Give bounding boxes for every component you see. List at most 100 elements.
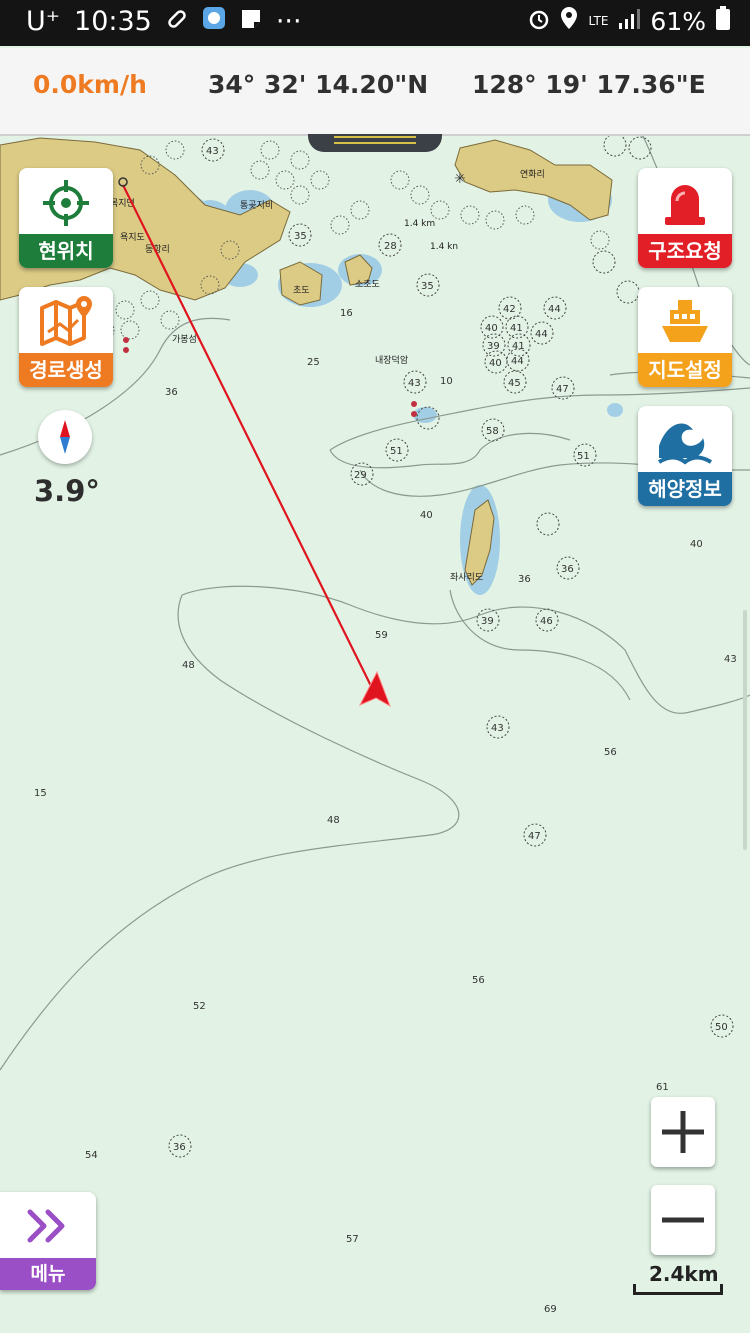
siren-icon <box>638 172 732 234</box>
rescue-request-label: 구조요청 <box>638 234 732 268</box>
svg-text:15: 15 <box>34 788 47 799</box>
zoom-out-button[interactable] <box>651 1185 715 1255</box>
battery-percent: 61% <box>650 6 706 36</box>
svg-text:56: 56 <box>472 975 485 986</box>
network-type-label: LTE <box>588 14 609 28</box>
route-map-icon <box>19 291 113 353</box>
svg-text:69: 69 <box>544 1304 557 1315</box>
plus-icon <box>662 1111 704 1153</box>
svg-text:47: 47 <box>528 831 541 842</box>
battery-icon <box>716 6 730 36</box>
note-icon <box>240 6 262 37</box>
place-label: 소초도 <box>355 279 380 290</box>
svg-text:59: 59 <box>375 630 388 641</box>
ocean-info-button[interactable]: 해양정보 <box>638 406 732 506</box>
svg-text:44: 44 <box>511 356 524 367</box>
longitude-readout: 128° 19' 17.36"E <box>472 70 706 99</box>
edge-scroll-indicator <box>743 610 747 850</box>
menu-label: 메뉴 <box>0 1258 96 1290</box>
signal-icon <box>618 7 641 36</box>
svg-text:61: 61 <box>656 1082 669 1093</box>
svg-text:40: 40 <box>420 510 433 521</box>
place-label: 좌사리도 <box>450 572 483 583</box>
svg-text:48: 48 <box>327 815 340 826</box>
drawer-handle[interactable] <box>308 134 442 152</box>
app-notification-icon <box>202 6 226 37</box>
double-chevron-right-icon <box>27 1209 65 1243</box>
map-scale-bar <box>633 1284 723 1295</box>
place-label: 연화리 <box>520 169 545 180</box>
place-label: 통곶지비 <box>240 200 273 211</box>
svg-text:36: 36 <box>518 574 531 585</box>
carrier-label: U⁺ <box>26 6 61 37</box>
svg-text:50: 50 <box>715 1022 728 1033</box>
svg-text:10: 10 <box>440 376 453 387</box>
svg-text:41: 41 <box>512 341 525 352</box>
navigation-info-bar: 0.0km/h 34° 32' 14.20"N 128° 19' 17.36"E <box>0 48 750 136</box>
latitude-readout: 34° 32' 14.20"N <box>208 70 429 99</box>
menu-button[interactable]: 메뉴 <box>0 1192 96 1290</box>
current-location-button[interactable]: 현위치 <box>19 168 113 268</box>
svg-text:16: 16 <box>340 308 353 319</box>
svg-text:42: 42 <box>503 304 516 315</box>
svg-text:43: 43 <box>206 146 219 157</box>
svg-text:43: 43 <box>491 723 504 734</box>
map-settings-button[interactable]: 지도설정 <box>638 287 732 387</box>
wave-icon <box>638 410 732 472</box>
pill-icon <box>166 6 188 37</box>
status-bar: U⁺ 10:35 ··· LTE 61% <box>0 0 750 46</box>
svg-text:39: 39 <box>481 616 494 627</box>
ocean-info-label: 해양정보 <box>638 472 732 506</box>
zoom-in-button[interactable] <box>651 1097 715 1167</box>
rescue-request-button[interactable]: 구조요청 <box>638 168 732 268</box>
place-label: 초도 <box>293 285 310 296</box>
svg-text:40: 40 <box>485 323 498 334</box>
svg-text:48: 48 <box>182 660 195 671</box>
svg-text:47: 47 <box>556 384 569 395</box>
map-settings-label: 지도설정 <box>638 353 732 387</box>
svg-text:35: 35 <box>294 231 307 242</box>
ship-icon <box>638 291 732 353</box>
svg-text:41: 41 <box>510 323 523 334</box>
heading-readout: 3.9° <box>34 474 100 508</box>
svg-text:35: 35 <box>421 281 434 292</box>
place-label: 가봉섬 <box>172 334 197 345</box>
place-label: 1.4 km <box>404 219 435 229</box>
svg-text:46: 46 <box>540 616 553 627</box>
svg-text:51: 51 <box>577 451 590 462</box>
svg-text:45: 45 <box>508 378 521 389</box>
svg-text:58: 58 <box>486 426 499 437</box>
place-label: 내장덕암 <box>375 354 408 366</box>
svg-text:✳: ✳ <box>454 171 466 187</box>
svg-text:39: 39 <box>487 341 500 352</box>
svg-text:43: 43 <box>408 378 421 389</box>
compass-button[interactable] <box>38 410 92 464</box>
svg-text:36: 36 <box>165 387 178 398</box>
svg-text:56: 56 <box>604 747 617 758</box>
svg-text:54: 54 <box>85 1150 98 1161</box>
svg-text:44: 44 <box>535 329 548 340</box>
svg-text:40: 40 <box>690 539 703 550</box>
compass-needle-icon <box>60 420 70 454</box>
svg-text:40: 40 <box>489 358 502 369</box>
map-scale-label: 2.4km <box>649 1262 719 1286</box>
create-route-button[interactable]: 경로생성 <box>19 287 113 387</box>
svg-text:51: 51 <box>390 446 403 457</box>
svg-text:52: 52 <box>193 1001 206 1012</box>
place-label: 욕지도 <box>120 232 145 243</box>
svg-text:25: 25 <box>307 357 320 368</box>
speed-readout: 0.0km/h <box>33 70 147 99</box>
svg-text:36: 36 <box>561 564 574 575</box>
place-label: 1.4 kn <box>430 242 458 252</box>
create-route-label: 경로생성 <box>19 353 113 387</box>
alarm-icon <box>528 7 550 36</box>
svg-text:44: 44 <box>548 304 561 315</box>
svg-text:43: 43 <box>724 654 737 665</box>
svg-text:36: 36 <box>173 1142 186 1153</box>
svg-text:29: 29 <box>354 470 367 481</box>
svg-text:57: 57 <box>346 1234 359 1245</box>
minus-icon <box>662 1217 704 1223</box>
crosshair-icon <box>19 172 113 234</box>
svg-text:28: 28 <box>384 241 397 252</box>
current-location-label: 현위치 <box>19 234 113 268</box>
